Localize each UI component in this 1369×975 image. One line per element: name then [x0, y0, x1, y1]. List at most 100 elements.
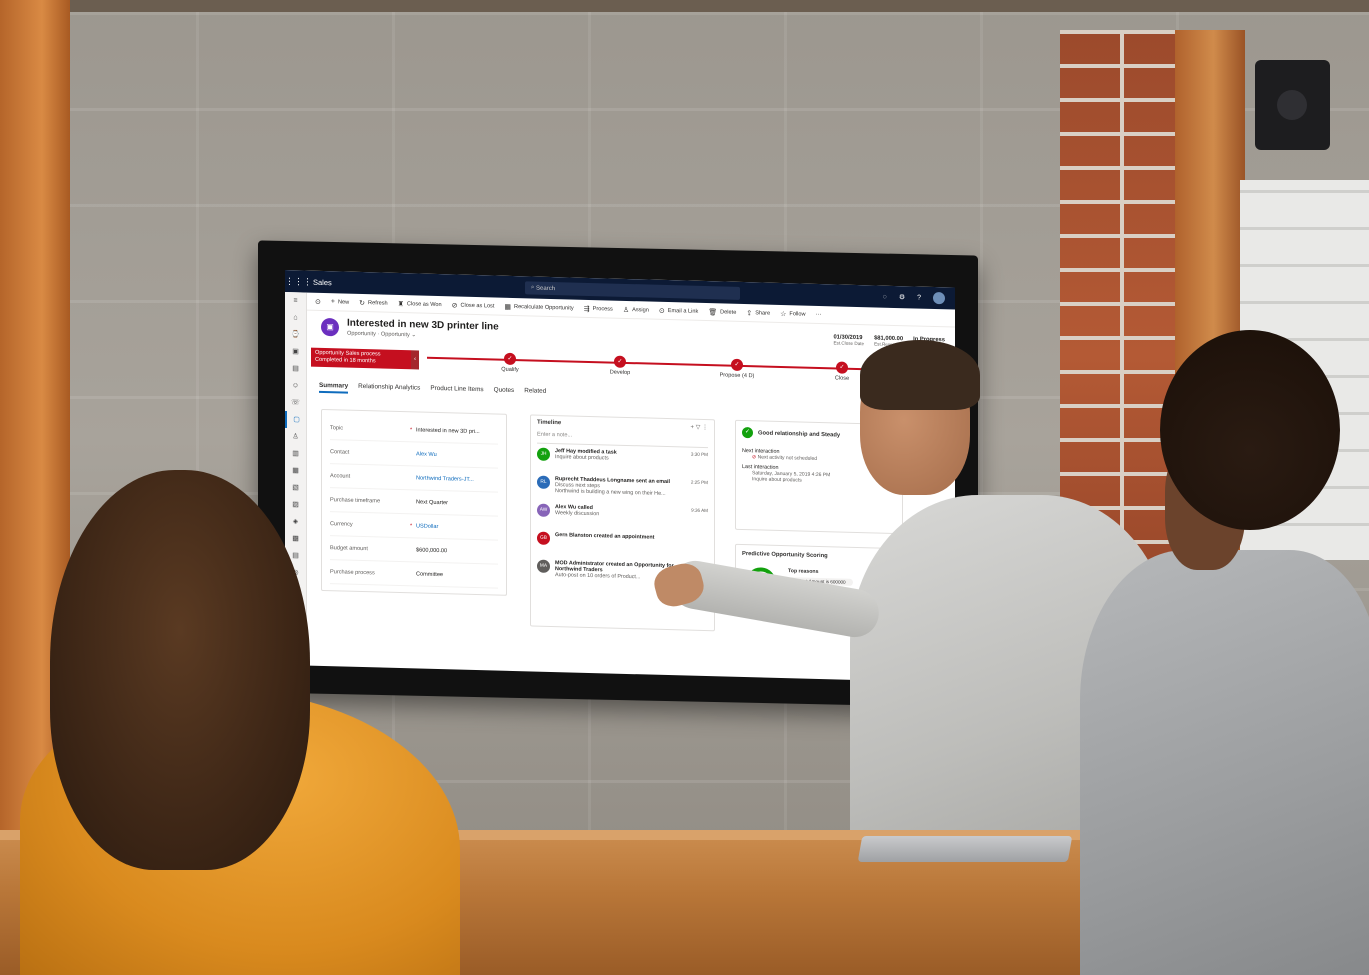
- document-icon[interactable]: ▥: [285, 445, 306, 463]
- timeline-item-time: 3:30 PM: [690, 451, 708, 458]
- gear-icon[interactable]: ⚙: [899, 293, 905, 301]
- command-close-as-lost[interactable]: ⊘ Close as Lost: [452, 301, 495, 310]
- command-label: Follow: [789, 310, 806, 318]
- field-label: Topic: [330, 424, 344, 432]
- command-process[interactable]: ⇶ Process: [584, 304, 613, 313]
- stage-check-icon: ✓: [614, 355, 626, 368]
- tab-summary[interactable]: Summary: [319, 381, 349, 394]
- top-icons: ◌ ⚙ ?: [883, 291, 945, 305]
- opportunity-entity-icon: ▣: [321, 317, 339, 337]
- field-value[interactable]: Interested in new 3D pri...: [416, 427, 498, 435]
- process-stage[interactable]: ✓ Qualify: [475, 352, 545, 374]
- help-icon[interactable]: ?: [917, 294, 921, 301]
- recent-icon[interactable]: ⌚: [285, 326, 306, 344]
- timeline-item[interactable]: AW Alex Wu called 9:36 AM Weekly discussion: [537, 503, 708, 530]
- app-name[interactable]: Sales: [313, 277, 513, 291]
- tab-product-line-items[interactable]: Product Line Items: [430, 385, 483, 397]
- command-recalculate-opportunity[interactable]: ▦ Recalculate Opportunity: [504, 302, 573, 312]
- timeline-item[interactable]: JH Jeff Hay modified a task 3:30 PM Inquire…: [537, 447, 708, 474]
- command-label: Recalculate Opportunity: [514, 303, 574, 312]
- back-icon[interactable]: ⊙: [315, 297, 321, 305]
- form-tabs: Summary Relationship Analytics Product Lin…: [319, 381, 546, 399]
- dashboard-icon[interactable]: ▤: [285, 360, 306, 378]
- woman-hair: [50, 470, 310, 870]
- command-label: Email a Link: [667, 307, 699, 315]
- timeline-title: Timeline: [537, 419, 562, 427]
- calculator-icon: ▦: [504, 303, 512, 311]
- people-icon[interactable]: ♙: [285, 428, 306, 446]
- trophy-icon: ♜: [397, 300, 404, 308]
- command-label: New: [337, 298, 350, 306]
- avatar: GB: [537, 531, 550, 545]
- photo-scene: ⋮⋮⋮ Sales ⌕ Search ◌ ⚙ ? ≡ ⌂ ⌚ ▣ ▤ ☺ ☏ ▢…: [0, 0, 1369, 975]
- global-search[interactable]: ⌕ Search: [525, 281, 740, 300]
- tab-quotes[interactable]: Quotes: [494, 386, 515, 398]
- pinned-icon[interactable]: ▣: [285, 343, 306, 361]
- field-value[interactable]: Alex Wu: [416, 451, 498, 459]
- command-new[interactable]: + New: [331, 298, 349, 305]
- avatar: JH: [537, 447, 550, 461]
- home-icon[interactable]: ⌂: [285, 309, 306, 327]
- avatar: AW: [537, 503, 550, 517]
- command-assign[interactable]: ♙ Assign: [623, 305, 649, 314]
- command-label: Assign: [632, 306, 649, 314]
- share-icon: ⇪: [746, 309, 753, 317]
- command-follow[interactable]: ☆ Follow: [780, 309, 805, 318]
- avatar: MA: [537, 559, 550, 573]
- command-label: Close as Lost: [460, 302, 495, 309]
- right-man-hair: [1160, 330, 1340, 530]
- command-label: Refresh: [368, 299, 388, 307]
- timeline-item-time: 9:36 AM: [691, 507, 708, 514]
- chevron-left-icon[interactable]: ‹: [411, 350, 419, 370]
- command-delete[interactable]: 🗑 Delete: [708, 308, 736, 317]
- command-close-as-won[interactable]: ♜ Close as Won: [398, 299, 442, 308]
- timeline-item[interactable]: GB Gern Blanston created an appointment: [537, 531, 708, 558]
- timeline-item[interactable]: RL Ruprecht Thaddeus Longname sent an ema…: [537, 475, 708, 502]
- closed-laptop: [857, 836, 1073, 862]
- man-right: [1060, 330, 1369, 975]
- process-stage[interactable]: ✓ Develop: [585, 355, 655, 377]
- star-icon: ☆: [780, 310, 787, 318]
- wall-speaker: [1255, 60, 1330, 150]
- stage-label: Qualify: [501, 366, 519, 374]
- link-icon: ⊙: [658, 307, 665, 315]
- command-label: Delete: [720, 308, 737, 316]
- lightbulb-icon[interactable]: ◌: [883, 293, 887, 300]
- command-label: Share: [755, 309, 771, 317]
- process-flag[interactable]: Opportunity Sales process Completed in 1…: [311, 347, 411, 370]
- assign-icon: ♙: [622, 306, 630, 314]
- record-form-selector[interactable]: Opportunity · Opportunity ⌄: [347, 331, 416, 339]
- tab-related[interactable]: Related: [524, 387, 546, 399]
- contact-icon[interactable]: ☺: [285, 377, 306, 395]
- refresh-icon: ↻: [359, 299, 366, 307]
- avatar: RL: [537, 475, 550, 489]
- process-icon: ⇶: [583, 305, 590, 313]
- stage-label: Develop: [609, 369, 631, 377]
- hamburger-icon[interactable]: ≡: [285, 292, 306, 310]
- right-man-shirt: [1080, 550, 1369, 975]
- process-duration: Completed in 18 months: [315, 356, 376, 365]
- woman-left: [20, 470, 460, 975]
- phone-icon[interactable]: ☏: [285, 394, 306, 412]
- tab-relationship-analytics[interactable]: Relationship Analytics: [358, 383, 420, 396]
- command-refresh[interactable]: ↻ Refresh: [359, 298, 387, 307]
- search-placeholder: Search: [536, 285, 556, 292]
- user-avatar[interactable]: [933, 291, 945, 305]
- ceiling-beam: [0, 0, 1369, 12]
- command-email-a-link[interactable]: ⊙ Email a Link: [659, 306, 698, 315]
- block-icon: ⊘: [451, 301, 458, 310]
- trash-icon: 🗑: [708, 308, 718, 316]
- more-commands-icon[interactable]: ⋯: [816, 311, 822, 317]
- timeline-item-time: 2:25 PM: [690, 479, 708, 486]
- command-label: Process: [592, 305, 613, 313]
- opportunity-icon[interactable]: ▢: [285, 411, 306, 429]
- field-label: Contact: [330, 448, 350, 456]
- man-hair: [860, 340, 980, 410]
- timeline-item-title: Gern Blanston created an appointment: [555, 532, 655, 541]
- app-launcher-icon[interactable]: ⋮⋮⋮: [285, 276, 312, 288]
- command-share[interactable]: ⇪ Share: [746, 309, 770, 318]
- stage-check-icon: ✓: [504, 352, 516, 366]
- command-label: Close as Won: [406, 300, 442, 308]
- plus-icon: +: [330, 298, 335, 306]
- timeline-actions[interactable]: + ▽ ⋮: [691, 424, 708, 436]
